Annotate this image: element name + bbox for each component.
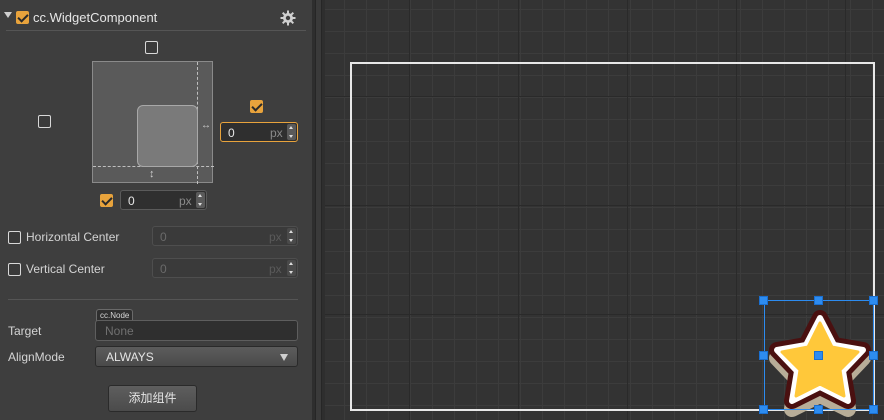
header-divider [6,30,306,31]
resize-handle-top-left[interactable] [759,296,768,305]
align-mode-label: AlignMode [8,350,65,364]
right-margin-input[interactable]: 0 px [220,122,298,142]
chevron-down-icon [280,354,288,361]
vertical-center-input: 0 px [152,258,298,278]
inspector-panel: cc.WidgetComponent ↔ ↕ 0 px 0 px Horizon… [0,0,312,420]
vertical-center-value: 0 [160,262,167,276]
resize-handle-top-right[interactable] [869,296,878,305]
horizontal-center-label: Horizontal Center [26,230,120,244]
align-bottom-checkbox[interactable] [100,194,113,207]
widget-alignment-diagram: ↔ ↕ [92,61,214,184]
resize-handle-bottom-left[interactable] [759,405,768,414]
vertical-center-unit: px [269,262,282,276]
bottom-margin-stepper[interactable] [196,192,205,208]
collapse-triangle-icon[interactable] [4,12,12,18]
vertical-arrow-icon: ↕ [149,168,155,180]
horizontal-center-checkbox[interactable] [8,231,21,244]
horizontal-center-unit: px [269,230,282,244]
resize-handle-bottom-right[interactable] [869,405,878,414]
splitter-grip[interactable] [315,0,322,420]
gear-icon[interactable] [280,10,296,26]
panel-splitter[interactable] [312,0,325,420]
right-margin-unit: px [270,126,283,140]
add-component-button[interactable]: 添加组件 [108,385,197,412]
vertical-center-checkbox[interactable] [8,263,21,276]
target-placeholder: None [105,324,134,338]
align-mode-select[interactable]: ALWAYS [95,346,298,367]
vertical-center-stepper [287,260,296,276]
widget-node-preview [137,105,198,167]
align-right-checkbox[interactable] [250,100,263,113]
component-title: cc.WidgetComponent [33,10,158,25]
resize-handle-bottom[interactable] [814,405,823,414]
bottom-margin-unit: px [179,194,192,208]
align-top-checkbox[interactable] [145,41,158,54]
horizontal-arrow-icon: ↔ [201,120,211,131]
horizontal-center-stepper [287,228,296,244]
right-margin-value: 0 [228,126,235,140]
resize-handle-right[interactable] [869,351,878,360]
section-divider [8,299,298,300]
right-margin-stepper[interactable] [287,124,296,140]
bottom-margin-value: 0 [128,194,135,208]
align-mode-value: ALWAYS [106,350,154,364]
scene-view[interactable] [325,0,884,420]
vertical-center-label: Vertical Center [26,262,105,276]
component-enabled-checkbox[interactable] [16,11,29,24]
resize-handle-left[interactable] [759,351,768,360]
target-node-field[interactable]: None [95,320,298,341]
anchor-point-handle[interactable] [814,351,823,360]
resize-handle-top[interactable] [814,296,823,305]
horizontal-center-input: 0 px [152,226,298,246]
target-label: Target [8,324,42,338]
horizontal-center-value: 0 [160,230,167,244]
align-left-checkbox[interactable] [38,115,51,128]
bottom-margin-input[interactable]: 0 px [120,190,207,210]
